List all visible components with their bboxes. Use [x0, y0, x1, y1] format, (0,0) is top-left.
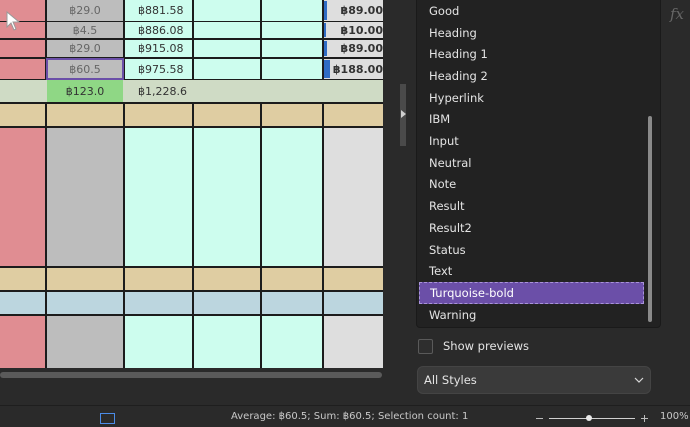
zoom-in-icon-vertical[interactable] — [644, 415, 645, 422]
style-item[interactable]: Warning — [419, 304, 644, 326]
running-total-cell[interactable]: ฿886.08 — [125, 22, 192, 38]
style-item[interactable]: Heading — [419, 22, 644, 44]
function-icon[interactable]: fx — [670, 5, 686, 23]
running-total-cell[interactable]: ฿915.08 — [125, 40, 192, 57]
selection-mode-icon[interactable] — [100, 413, 115, 424]
grid-cell[interactable] — [324, 292, 383, 314]
style-item[interactable]: Heading 1 — [419, 43, 644, 65]
price-cell[interactable]: ฿10.00 — [324, 22, 383, 38]
style-item[interactable]: Good — [419, 0, 644, 22]
style-item[interactable]: Heading 2 — [419, 65, 644, 87]
grid-cell[interactable] — [262, 128, 322, 266]
price-cell[interactable]: ฿89.00 — [324, 0, 383, 21]
chevron-down-icon — [634, 377, 644, 383]
sidebar-divider — [383, 0, 408, 405]
grid-cell[interactable] — [0, 59, 45, 79]
style-category-select[interactable]: All Styles — [417, 366, 651, 394]
mouse-pointer-icon — [6, 11, 20, 31]
price-cell[interactable]: ฿188.00 — [324, 59, 383, 79]
data-bar — [324, 60, 330, 78]
show-previews-checkbox[interactable] — [418, 339, 433, 354]
quantity-cell[interactable]: ฿60.5 — [47, 59, 123, 79]
grid-cell[interactable] — [0, 40, 45, 57]
horizontal-scrollbar[interactable] — [0, 368, 383, 382]
style-list-scrollbar-thumb[interactable] — [648, 116, 652, 322]
grid-cell[interactable] — [324, 104, 383, 126]
data-bar — [324, 23, 326, 37]
style-item[interactable]: Result — [419, 195, 644, 217]
grid-cell[interactable] — [125, 316, 192, 368]
grid-cell[interactable] — [324, 316, 383, 368]
grid-cell[interactable] — [262, 292, 322, 314]
grid-cell[interactable] — [0, 316, 45, 368]
total-cell-amount[interactable]: ฿1,228.6 — [125, 80, 305, 102]
grid-cell[interactable] — [47, 104, 123, 126]
grid-cell[interactable] — [47, 316, 123, 368]
grid-cell[interactable] — [262, 0, 322, 21]
data-bar — [324, 1, 327, 20]
app-window: ฿29.0 ฿881.58 ฿89.00 ฿4.5 ฿886.08 ฿10.00 ฿29.0… — [0, 0, 690, 427]
style-list-scrollbar[interactable] — [646, 0, 656, 326]
grid-cell[interactable] — [324, 268, 383, 290]
price-cell[interactable]: ฿89.00 — [324, 40, 383, 57]
grid-cell[interactable] — [0, 292, 45, 314]
style-item[interactable]: Hyperlink — [419, 87, 644, 109]
grid-cell[interactable] — [194, 59, 260, 79]
zoom-level[interactable]: 100% — [660, 410, 689, 424]
grid-cell[interactable] — [194, 268, 260, 290]
total-cell-quantity[interactable]: ฿123.0 — [47, 80, 123, 102]
quantity-cell[interactable]: ฿29.0 — [47, 0, 123, 21]
styles-panel: Good Heading Heading 1 Heading 2 Hyperlink IB… — [408, 0, 690, 405]
grid-cell[interactable] — [194, 22, 260, 38]
quantity-cell[interactable]: ฿4.5 — [47, 22, 123, 38]
grid-cell[interactable] — [125, 128, 192, 266]
zoom-slider[interactable] — [549, 418, 635, 419]
style-item[interactable]: Text — [419, 260, 644, 282]
style-list[interactable]: Good Heading Heading 1 Heading 2 Hyperlink IB… — [416, 0, 661, 328]
style-item[interactable]: Result2 — [419, 217, 644, 239]
grid-cell[interactable] — [194, 0, 260, 21]
grid-cell[interactable] — [194, 104, 260, 126]
grid-cell[interactable] — [47, 128, 123, 266]
style-item[interactable]: Status — [419, 239, 644, 261]
selection-summary: Average: ฿60.5; Sum: ฿60.5; Selection co… — [231, 411, 469, 422]
style-item[interactable]: Input — [419, 130, 644, 152]
grid-cell[interactable] — [194, 316, 260, 368]
style-category-value: All Styles — [424, 373, 477, 387]
grid-cell[interactable] — [47, 268, 123, 290]
grid-cell[interactable] — [47, 292, 123, 314]
style-item[interactable]: IBM — [419, 109, 644, 131]
grid-cell[interactable] — [194, 40, 260, 57]
chevron-right-icon[interactable] — [401, 110, 406, 118]
grid-cell[interactable] — [262, 59, 322, 79]
data-bar — [324, 41, 327, 56]
grid-cell[interactable] — [194, 128, 260, 266]
style-item[interactable]: Turquoise-bold — [419, 282, 644, 304]
grid-cell[interactable] — [0, 104, 45, 126]
status-bar: Average: ฿60.5; Sum: ฿60.5; Selection co… — [0, 405, 690, 427]
grid-cell[interactable] — [0, 268, 45, 290]
style-item[interactable]: Note — [419, 174, 644, 196]
style-item[interactable]: Neutral — [419, 152, 644, 174]
zoom-slider-thumb[interactable] — [586, 415, 592, 421]
grid-cell[interactable] — [194, 292, 260, 314]
grid-cell[interactable] — [262, 316, 322, 368]
running-total-cell[interactable]: ฿881.58 — [125, 0, 192, 21]
grid-cell[interactable] — [125, 268, 192, 290]
show-previews-label[interactable]: Show previews — [443, 339, 529, 354]
spreadsheet-grid[interactable]: ฿29.0 ฿881.58 ฿89.00 ฿4.5 ฿886.08 ฿10.00 ฿29.0… — [0, 0, 383, 368]
grid-cell[interactable] — [262, 22, 322, 38]
horizontal-scrollbar-thumb[interactable] — [0, 372, 382, 378]
running-total-cell[interactable]: ฿975.58 — [125, 59, 192, 79]
grid-cell[interactable] — [262, 40, 322, 57]
grid-cell[interactable] — [0, 128, 45, 266]
zoom-out-icon[interactable] — [536, 418, 543, 419]
quantity-cell[interactable]: ฿29.0 — [47, 40, 123, 57]
grid-cell[interactable] — [262, 104, 322, 126]
grid-cell[interactable] — [324, 128, 383, 266]
grid-cell[interactable] — [125, 104, 192, 126]
grid-cell[interactable] — [262, 268, 322, 290]
grid-cell[interactable] — [125, 292, 192, 314]
